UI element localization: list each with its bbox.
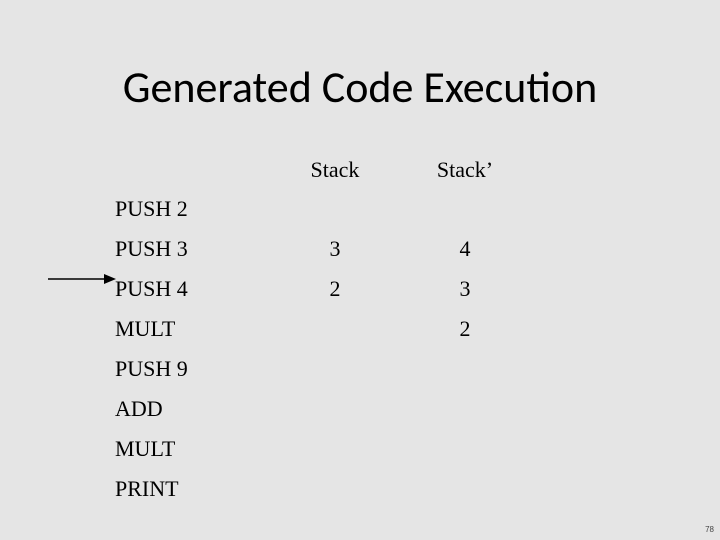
instruction-label: PUSH 3 [115, 236, 270, 262]
instruction-label: PRINT [115, 476, 270, 502]
instruction-row: PUSH 4 2 3 [115, 269, 585, 309]
header-stack-prime: Stack’ [400, 157, 530, 183]
instruction-row: MULT [115, 429, 585, 469]
instruction-row: MULT 2 [115, 309, 585, 349]
stackp-cell: 3 [400, 276, 530, 302]
instruction-label: MULT [115, 436, 270, 462]
header-row: Stack Stack’ [115, 155, 585, 185]
stackp-cell: 2 [400, 316, 530, 342]
instruction-label: PUSH 2 [115, 196, 270, 222]
pointer-arrow-icon [48, 272, 116, 286]
stackp-cell: 4 [400, 236, 530, 262]
instruction-row: PUSH 3 3 4 [115, 229, 585, 269]
stack-cell: 3 [270, 236, 400, 262]
instruction-label: PUSH 4 [115, 276, 270, 302]
instruction-label: MULT [115, 316, 270, 342]
instruction-label: ADD [115, 396, 270, 422]
instruction-row: PUSH 9 [115, 349, 585, 389]
slide: Generated Code Execution Stack Stack’ PU… [0, 0, 720, 540]
instruction-row: ADD [115, 389, 585, 429]
header-stack: Stack [270, 157, 400, 183]
content-table: Stack Stack’ PUSH 2 PUSH 3 3 4 PUSH 4 2 … [115, 155, 585, 509]
instruction-row: PRINT [115, 469, 585, 509]
page-number: 78 [705, 525, 714, 534]
instruction-row: PUSH 2 [115, 189, 585, 229]
slide-title: Generated Code Execution [0, 0, 720, 114]
stack-cell: 2 [270, 276, 400, 302]
instruction-label: PUSH 9 [115, 356, 270, 382]
